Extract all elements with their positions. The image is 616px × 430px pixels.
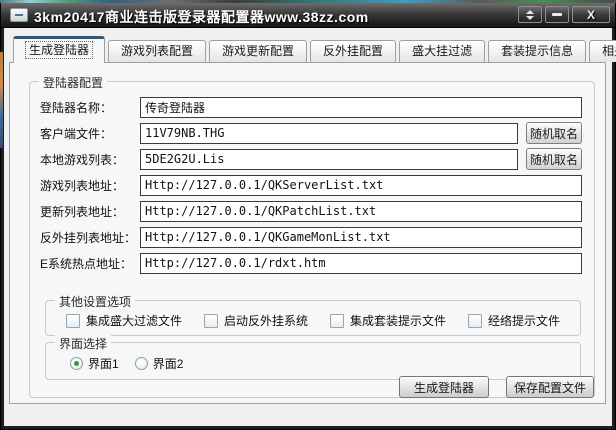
title-bar[interactable]: 3km20417商业连击版登录器配置器www.38zz.com X: [1, 3, 615, 28]
radio-interface-2[interactable]: 界面2: [135, 355, 184, 372]
radio-icon: [135, 357, 148, 370]
tab-strip: 生成登陆器 游戏列表配置 游戏更新配置 反外挂配置 盛大挂过滤 套装提示信息 相…: [13, 35, 608, 62]
checkbox-icon: [66, 314, 80, 328]
close-icon: X: [587, 9, 595, 21]
app-window: 3km20417商业连击版登录器配置器www.38zz.com X 生成登陆器 …: [0, 0, 616, 430]
random-name-button-2[interactable]: 随机取名: [526, 148, 582, 170]
checkbox-icon: [468, 314, 482, 328]
row-esystem-url: E系统热点地址：: [40, 252, 582, 274]
minimize-icon: [552, 13, 562, 16]
field-label: 游戏列表地址：: [40, 177, 140, 194]
local-game-list-input[interactable]: [140, 149, 518, 170]
row-launcher-name: 登陆器名称：: [40, 96, 582, 118]
checkbox-icon: [330, 314, 344, 328]
save-config-button[interactable]: 保存配置文件: [506, 376, 594, 398]
field-label: 本地游戏列表：: [40, 151, 140, 168]
field-label: 客户端文件：: [40, 125, 140, 142]
esystem-url-input[interactable]: [140, 253, 582, 274]
group-title: 其他设置选项: [55, 293, 135, 310]
checkbox-row: 集成盛大过滤文件 启动反外挂系统 集成套装提示文件 经络提示文件: [66, 312, 560, 329]
field-label: 反外挂列表地址：: [40, 229, 140, 246]
row-local-game-list: 本地游戏列表： 随机取名: [40, 148, 582, 170]
tab-game-update-config[interactable]: 游戏更新配置: [209, 40, 307, 62]
generate-launcher-button[interactable]: 生成登陆器: [399, 376, 489, 398]
tab-about-info[interactable]: 相关信息: [589, 40, 616, 62]
checkbox-shanda-filter-file[interactable]: 集成盛大过滤文件: [66, 312, 182, 329]
game-list-url-input[interactable]: [140, 175, 582, 196]
field-label: 登陆器名称：: [40, 99, 140, 116]
update-list-url-input[interactable]: [140, 201, 582, 222]
tab-page: 登陆器配置 登陆器名称： 客户端文件： 随机取名 本地游戏列表： 随机取: [9, 62, 606, 404]
arrow-down-icon: [526, 16, 534, 20]
radio-interface-1[interactable]: 界面1: [70, 355, 119, 372]
window-title: 3km20417商业连击版登录器配置器www.38zz.com: [34, 7, 369, 27]
client-area: 生成登陆器 游戏列表配置 游戏更新配置 反外挂配置 盛大挂过滤 套装提示信息 相…: [4, 28, 612, 426]
checkbox-icon: [204, 314, 218, 328]
field-label: 更新列表地址：: [40, 203, 140, 220]
tab-anticheat-config[interactable]: 反外挂配置: [310, 40, 396, 62]
rollup-button[interactable]: [518, 6, 542, 23]
launcher-config-group: 登陆器配置 登陆器名称： 客户端文件： 随机取名 本地游戏列表： 随机取: [29, 81, 595, 398]
other-options-group: 其他设置选项 集成盛大过滤文件 启动反外挂系统 集成套装提示文件: [45, 300, 581, 336]
desktop-bleed-left: [0, 52, 3, 148]
row-client-file: 客户端文件： 随机取名: [40, 122, 582, 144]
field-label: E系统热点地址：: [40, 255, 140, 272]
interface-select-group: 界面选择 界面1 界面2: [45, 342, 581, 380]
checkbox-suit-tip-file[interactable]: 集成套装提示文件: [330, 312, 446, 329]
radio-row: 界面1 界面2: [70, 355, 183, 372]
caption-buttons: X: [518, 6, 610, 23]
form-rows: 登陆器名称： 客户端文件： 随机取名 本地游戏列表： 随机取名 游戏列: [40, 96, 582, 278]
tab-generate-launcher[interactable]: 生成登陆器: [13, 36, 105, 63]
app-icon: [10, 8, 28, 22]
minimize-button[interactable]: [545, 6, 569, 23]
launcher-name-input[interactable]: [140, 97, 582, 118]
row-anticheat-list-url: 反外挂列表地址：: [40, 226, 582, 248]
tab-suit-tip-info[interactable]: 套装提示信息: [488, 40, 586, 62]
row-game-list-url: 游戏列表地址：: [40, 174, 582, 196]
tab-game-list-config[interactable]: 游戏列表配置: [108, 40, 206, 62]
group-title: 界面选择: [55, 335, 111, 352]
arrow-up-icon: [526, 10, 534, 14]
radio-selected-icon: [70, 357, 83, 370]
tab-shanda-filter[interactable]: 盛大挂过滤: [399, 40, 485, 62]
anticheat-list-url-input[interactable]: [140, 227, 582, 248]
checkbox-start-anticheat[interactable]: 启动反外挂系统: [204, 312, 308, 329]
row-update-list-url: 更新列表地址：: [40, 200, 582, 222]
close-button[interactable]: X: [572, 6, 610, 23]
checkbox-meridian-tip-file[interactable]: 经络提示文件: [468, 312, 560, 329]
random-name-button-1[interactable]: 随机取名: [526, 122, 582, 144]
client-file-input[interactable]: [140, 123, 518, 144]
group-title: 登陆器配置: [39, 74, 107, 91]
